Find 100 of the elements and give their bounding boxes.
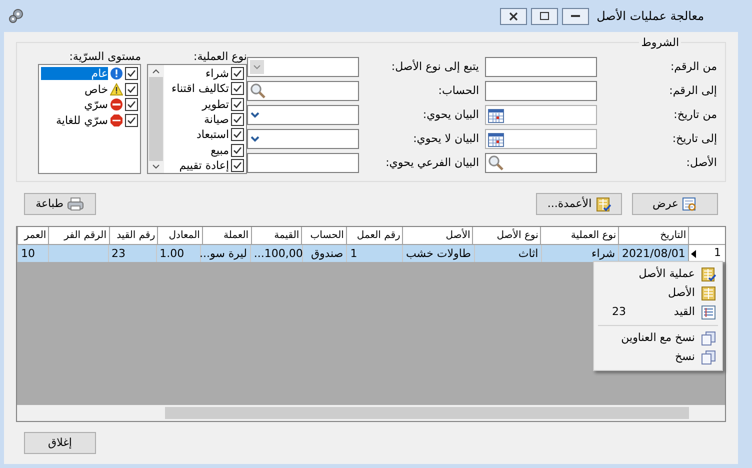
menu-item[interactable]: نسخ: [594, 348, 722, 367]
checkbox[interactable]: [231, 158, 244, 172]
ledger-icon: [701, 305, 716, 320]
checkbox[interactable]: [231, 82, 244, 96]
checkbox[interactable]: [125, 98, 138, 112]
table-cell: 2021/08/01: [622, 248, 686, 259]
list-item[interactable]: تكاليف اقتناء: [171, 83, 229, 94]
column-header[interactable]: رقم القيد: [108, 227, 158, 244]
column-header[interactable]: رقم العمل: [346, 227, 402, 244]
input-field[interactable]: [247, 129, 359, 149]
preview-icon: [682, 196, 698, 212]
table-cell: 100,00...: [254, 248, 303, 259]
table-cell: اثاث: [518, 248, 538, 259]
copy-icon: [701, 331, 716, 346]
group-title: الشروط: [639, 35, 681, 52]
menu-item-label: عملية الأصل: [638, 266, 695, 282]
window-title: معالجة عمليات الأصل: [596, 8, 704, 25]
checkbox[interactable]: [125, 82, 138, 96]
show-button[interactable]: عرض: [632, 193, 718, 215]
maximize-icon: [540, 12, 549, 20]
stop-sign-icon: [110, 114, 123, 127]
column-header[interactable]: القيمة: [250, 227, 302, 244]
column-header[interactable]: العملة: [202, 227, 251, 244]
scrollbar[interactable]: [148, 65, 164, 173]
field-label: الأصل:: [685, 154, 717, 171]
checkbox[interactable]: [125, 67, 138, 80]
list-item[interactable]: سرّي: [82, 98, 108, 112]
input-field[interactable]: [485, 129, 597, 149]
table-cell: 10: [21, 248, 35, 259]
field-label: البيان لا يحوي:: [412, 130, 479, 147]
close-dialog-button[interactable]: إغلاق: [24, 432, 96, 454]
column-header[interactable]: الأصل: [402, 227, 472, 244]
table-check-icon: [701, 267, 716, 282]
list-item[interactable]: استبعاد: [196, 129, 229, 140]
checkbox[interactable]: [231, 128, 244, 142]
checkbox[interactable]: [231, 98, 244, 111]
menu-item[interactable]: عملية الأصل: [594, 265, 722, 284]
horizontal-scrollbar[interactable]: [17, 405, 725, 421]
scroll-down-icon[interactable]: [152, 164, 160, 169]
input-field[interactable]: [247, 105, 359, 125]
checkbox[interactable]: [231, 144, 244, 157]
field-label: إلى الرقم:: [668, 82, 717, 99]
operation-type-label: نوع العملية:: [192, 49, 247, 64]
no-entry-icon: [110, 98, 123, 112]
input-field[interactable]: [485, 153, 597, 173]
copy-icon: [701, 350, 716, 365]
field-label: من الرقم:: [669, 58, 717, 75]
maximize-button[interactable]: [530, 8, 558, 24]
checkbox[interactable]: [125, 114, 138, 127]
input-field[interactable]: [247, 81, 359, 101]
field-label: البيان يحوي:: [422, 106, 479, 123]
column-header[interactable]: نوع الأصل: [472, 227, 540, 244]
input-field[interactable]: [247, 57, 359, 77]
table-check-icon: [596, 196, 611, 212]
list-item[interactable]: مبيع: [210, 144, 229, 156]
menu-item[interactable]: الأصل: [594, 284, 722, 303]
close-button[interactable]: [500, 8, 527, 24]
calendar-icon[interactable]: [488, 132, 504, 146]
column-header[interactable]: الحساب: [301, 227, 346, 244]
search-icon[interactable]: [250, 83, 266, 99]
chevron-down-icon[interactable]: [250, 111, 260, 119]
minimize-button[interactable]: [562, 8, 589, 24]
menu-item-label: نسخ مع العناوين: [621, 330, 695, 346]
list-item[interactable]: سرّي للغاية: [54, 114, 108, 127]
list-item[interactable]: شراء: [205, 68, 229, 80]
column-header[interactable]: نوع العملية: [540, 227, 618, 244]
table-cell: طاولات خشب: [406, 248, 471, 259]
input-field[interactable]: [485, 81, 597, 101]
warning-icon: [110, 82, 123, 96]
security-level-label: مستوى السرّية:: [68, 49, 141, 64]
menu-item-value: 23: [611, 304, 626, 320]
chevron-down-icon[interactable]: [250, 135, 260, 143]
minimize-icon: [570, 14, 580, 18]
input-field[interactable]: [485, 105, 597, 125]
row-number: 1: [714, 245, 722, 262]
list-item[interactable]: خاص: [82, 82, 108, 96]
column-header[interactable]: التاريخ: [618, 227, 688, 244]
menu-item-label: القيد: [674, 304, 695, 320]
list-item[interactable]: إعادة تقييم: [179, 160, 229, 171]
column-header[interactable]: العمر: [17, 227, 48, 244]
field-label: إلى تاريخ:: [671, 130, 717, 147]
column-header[interactable]: المعادل: [157, 227, 202, 244]
list-item[interactable]: تطوير: [202, 98, 229, 110]
table-cell: شراء: [592, 248, 616, 259]
input-field[interactable]: [485, 57, 597, 77]
menu-item-label: الأصل: [668, 285, 695, 302]
field-label: من تاريخ:: [672, 106, 717, 123]
column-header[interactable]: الرقم الفر: [48, 227, 108, 244]
checkbox[interactable]: [231, 112, 244, 126]
list-item[interactable]: صيانة: [204, 114, 229, 125]
search-icon[interactable]: [488, 155, 504, 171]
checkbox[interactable]: [231, 67, 244, 80]
calendar-icon[interactable]: [488, 108, 504, 122]
input-field[interactable]: [247, 153, 359, 173]
printer-icon: [67, 197, 84, 211]
columns-button[interactable]: الأعمدة...: [536, 193, 622, 215]
print-button[interactable]: طباعة: [24, 193, 96, 215]
scroll-up-icon[interactable]: [152, 69, 160, 74]
menu-item[interactable]: نسخ مع العناوين: [594, 329, 722, 348]
list-item[interactable]: عام: [41, 67, 108, 80]
